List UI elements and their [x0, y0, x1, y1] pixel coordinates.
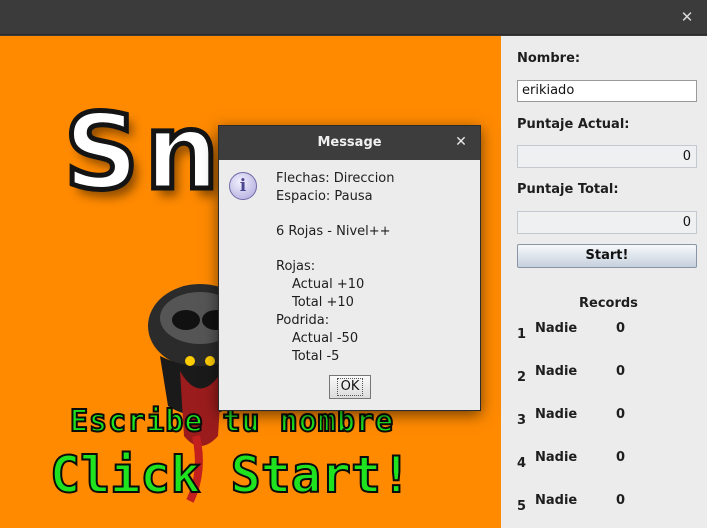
click-start-prompt: Click Start!: [49, 445, 412, 505]
record-rank: 1: [517, 327, 527, 342]
name-label: Nombre:: [517, 51, 581, 66]
record-score: 0: [616, 407, 626, 422]
dialog-line: Total -5: [292, 349, 340, 364]
total-score-field: 0: [517, 211, 697, 234]
start-button[interactable]: Start!: [517, 244, 697, 268]
dialog-title: Message: [219, 126, 480, 160]
record-rank: 5: [517, 499, 527, 514]
ok-button[interactable]: OK: [329, 375, 371, 399]
side-panel: Nombre: erikiado Puntaje Actual: 0 Punta…: [501, 36, 707, 528]
record-score: 0: [616, 321, 626, 336]
dialog-close-icon[interactable]: ✕: [453, 134, 469, 150]
window-close-icon[interactable]: ✕: [677, 7, 697, 27]
total-score-label: Puntaje Total:: [517, 182, 619, 197]
record-name: Nadie: [535, 493, 578, 508]
record-name: Nadie: [535, 407, 578, 422]
current-score-field: 0: [517, 145, 697, 168]
dialog-line: 6 Rojas - Nivel++: [276, 224, 391, 239]
ok-label: OK: [336, 378, 364, 396]
dialog-line: Rojas:: [276, 259, 316, 274]
record-row: 3 Nadie 0: [501, 407, 707, 428]
record-rank: 2: [517, 370, 527, 385]
records-title: Records: [579, 296, 638, 311]
dialog-line: Total +10: [292, 295, 354, 310]
info-icon: i: [229, 172, 257, 200]
record-score: 0: [616, 450, 626, 465]
record-row: 2 Nadie 0: [501, 364, 707, 385]
dialog-line: Actual +10: [292, 277, 365, 292]
dialog-line: Actual -50: [292, 331, 359, 346]
record-score: 0: [616, 493, 626, 508]
record-name: Nadie: [535, 450, 578, 465]
record-rank: 3: [517, 413, 527, 428]
current-score-label: Puntaje Actual:: [517, 117, 630, 132]
message-dialog: Message ✕ i Flechas: Direccion Espacio: …: [218, 125, 481, 411]
window-titlebar: ✕: [0, 0, 707, 35]
dialog-line: Espacio: Pausa: [276, 189, 373, 204]
record-row: 5 Nadie 0: [501, 493, 707, 514]
record-row: 1 Nadie 0: [501, 321, 707, 342]
record-name: Nadie: [535, 364, 578, 379]
dialog-line: Podrida:: [276, 313, 330, 328]
dialog-line: Flechas: Direccion: [276, 171, 395, 186]
record-rank: 4: [517, 456, 527, 471]
record-name: Nadie: [535, 321, 578, 336]
game-logo: Sn: [62, 89, 225, 216]
record-score: 0: [616, 364, 626, 379]
record-row: 4 Nadie 0: [501, 450, 707, 471]
name-input[interactable]: erikiado: [517, 80, 697, 102]
